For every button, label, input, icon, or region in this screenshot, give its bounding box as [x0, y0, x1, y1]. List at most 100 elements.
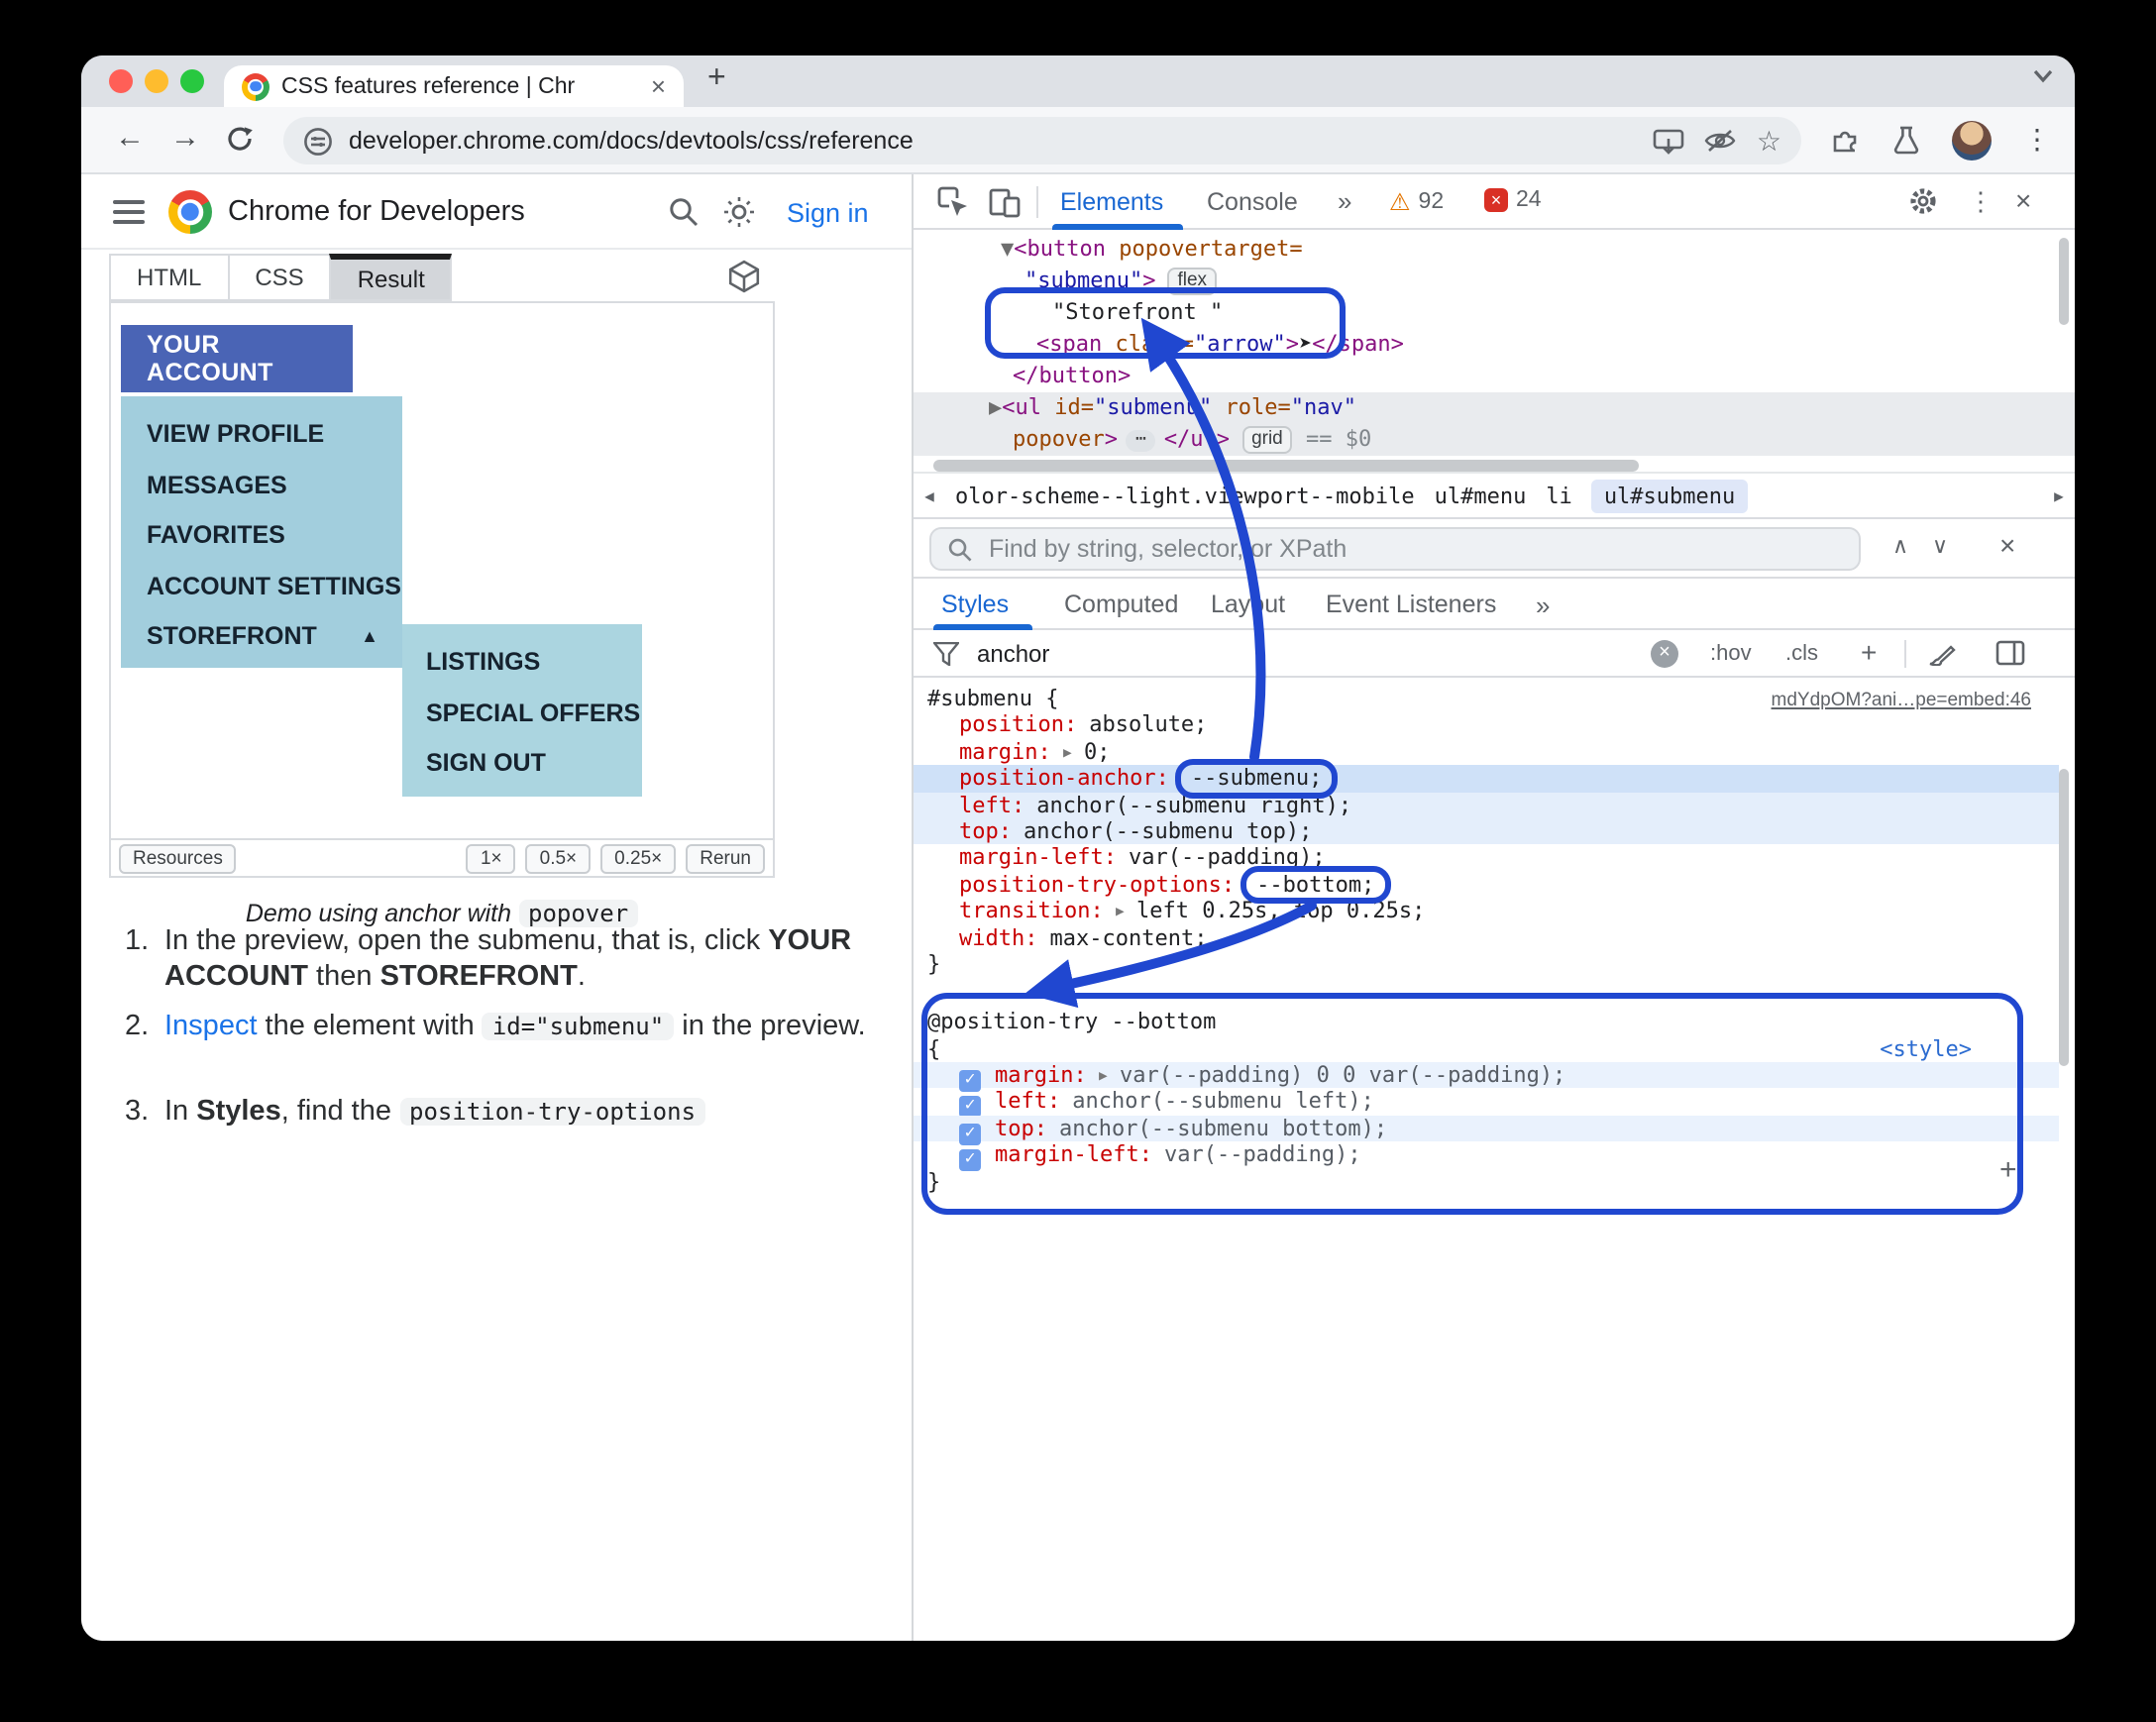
stylesheet-source-link[interactable]: mdYdpOM?ani…pe=embed:46	[1772, 688, 2031, 714]
css-property-width[interactable]: width: max-content;	[914, 924, 2059, 951]
css-property-position-try-options[interactable]: position-try-options: --bottom;	[914, 865, 2059, 905]
devtools-settings-gear-icon[interactable]	[1908, 186, 1938, 216]
menu-item-messages[interactable]: MESSAGES	[147, 461, 402, 511]
tab-event-listeners[interactable]: Event Listeners	[1326, 591, 1496, 618]
scale-1x-button[interactable]: 1×	[466, 843, 516, 873]
window-close-button[interactable]	[109, 69, 133, 93]
tab-computed[interactable]: Computed	[1064, 591, 1178, 618]
errors-counter[interactable]: × 24	[1484, 188, 1542, 212]
menu-item-favorites[interactable]: FAVORITES	[147, 511, 402, 562]
bookmark-star-icon[interactable]: ☆	[1757, 127, 1781, 155]
url-text[interactable]: developer.chrome.com/docs/devtools/css/r…	[349, 127, 1638, 155]
breadcrumb-item-ul-submenu[interactable]: ul#submenu	[1591, 479, 1748, 512]
address-bar[interactable]: developer.chrome.com/docs/devtools/css/r…	[283, 117, 1801, 164]
selected-dom-node[interactable]: ▶<ul id="submenu" role="nav" popover> ⋯ </…	[914, 392, 2075, 456]
resources-button[interactable]: Resources	[119, 843, 237, 873]
breadcrumb-item-li[interactable]: li	[1546, 483, 1572, 508]
rerun-button[interactable]: Rerun	[686, 843, 765, 873]
menu-item-special-offers[interactable]: SPECIAL OFFERS	[426, 689, 642, 739]
chrome-developers-logo[interactable]	[168, 190, 212, 234]
css-property-left[interactable]: left: anchor(--submenu right);	[914, 792, 2059, 818]
window-minimize-button[interactable]	[145, 69, 168, 93]
breadcrumb-item[interactable]: olor-scheme--light.viewport--mobile	[955, 483, 1415, 508]
tab-elements[interactable]: Elements	[1060, 188, 1163, 216]
find-close-icon[interactable]: ×	[1999, 529, 2015, 561]
menu-item-sign-out[interactable]: SIGN OUT	[426, 739, 642, 790]
forward-button[interactable]: →	[170, 121, 200, 155]
scale-05x-button[interactable]: 0.5×	[525, 843, 592, 873]
more-panels-icon[interactable]: »	[1338, 186, 1351, 216]
filter-clear-icon[interactable]: ×	[1651, 640, 1678, 668]
menu-item-account-settings[interactable]: ACCOUNT SETTINGS	[147, 562, 402, 612]
tab-search-icon[interactable]	[2033, 69, 2053, 83]
sign-in-link[interactable]: Sign in	[787, 198, 869, 228]
toggle-class-button[interactable]: .cls	[1785, 642, 1818, 666]
menu-item-view-profile[interactable]: VIEW PROFILE	[147, 410, 402, 461]
devtools-close-icon[interactable]: ×	[2015, 184, 2031, 216]
your-account-button[interactable]: YOUR ACCOUNT	[121, 325, 353, 392]
find-input[interactable]: Find by string, selector, or XPath	[929, 527, 1861, 571]
css-property-top[interactable]: top: anchor(--submenu top);	[914, 817, 2059, 845]
css-property-margin-left[interactable]: margin-left: var(--padding);	[914, 845, 2059, 872]
tab-result[interactable]: Result	[329, 254, 453, 301]
browser-menu-icon[interactable]: ⋮	[2023, 123, 2051, 157]
reload-button[interactable]	[226, 125, 254, 153]
install-cast-icon[interactable]	[1654, 128, 1685, 154]
breadcrumb-scroll-right-icon[interactable]: ▶	[2043, 486, 2075, 504]
labs-beaker-icon[interactable]	[1892, 125, 1920, 155]
find-next-icon[interactable]: ∨	[1932, 533, 1948, 559]
device-toolbar-icon[interactable]	[989, 186, 1021, 218]
collapsed-content-icon[interactable]: ⋯	[1125, 430, 1156, 452]
browser-tab[interactable]: CSS features reference | Chr ×	[224, 65, 684, 107]
site-title[interactable]: Chrome for Developers	[228, 196, 525, 228]
breadcrumb-item-ul-menu[interactable]: ul#menu	[1435, 483, 1527, 508]
new-tab-button[interactable]: +	[707, 61, 726, 97]
new-style-rule-button[interactable]: +	[1861, 636, 1877, 668]
expander-icon[interactable]: ▸	[1061, 739, 1074, 765]
site-settings-icon[interactable]	[303, 126, 333, 156]
menu-item-listings[interactable]: LISTINGS	[426, 638, 642, 689]
dom-node-button-open[interactable]: ▼<button popovertarget=	[914, 234, 2075, 266]
elements-scrollbar[interactable]	[2059, 238, 2069, 325]
tab-html[interactable]: HTML	[109, 254, 228, 301]
menu-item-storefront[interactable]: STOREFRONT ▲	[147, 612, 402, 663]
eye-off-icon[interactable]	[1705, 129, 1737, 153]
window-zoom-button[interactable]	[180, 69, 204, 93]
find-previous-icon[interactable]: ∧	[1892, 533, 1908, 559]
warnings-counter[interactable]: ⚠ 92	[1389, 188, 1444, 216]
css-rule-selector[interactable]: #submenu { mdYdpOM?ani…pe=embed:46	[914, 686, 2059, 712]
tab-console[interactable]: Console	[1207, 188, 1298, 216]
filter-input[interactable]: anchor	[977, 640, 1049, 668]
scale-025x-button[interactable]: 0.25×	[600, 843, 677, 873]
tab-close-icon[interactable]: ×	[651, 73, 666, 99]
dom-node-ul-open[interactable]: ▶<ul id="submenu" role="nav"	[914, 392, 2075, 424]
toggle-hover-button[interactable]: :hov	[1710, 642, 1752, 666]
selector-text[interactable]: #submenu	[927, 686, 1032, 711]
expander-icon[interactable]: ▸	[1114, 898, 1127, 923]
rendering-emulation-icon[interactable]	[1928, 640, 1956, 666]
extensions-puzzle-icon[interactable]	[1829, 125, 1861, 157]
horizontal-scrollbar[interactable]	[933, 460, 1639, 472]
styles-scrollbar[interactable]	[2059, 769, 2069, 1066]
profile-avatar[interactable]	[1952, 121, 1992, 161]
codepen-cube-icon[interactable]	[727, 260, 761, 293]
dom-node-ul-close[interactable]: popover> ⋯ </ul> grid == $0	[914, 424, 2075, 456]
search-icon[interactable]	[668, 196, 700, 228]
sidebar-layout-icon[interactable]	[1995, 640, 2025, 666]
css-property-position-anchor[interactable]: position-anchor: --submenu;	[914, 759, 2059, 799]
grid-badge[interactable]: grid	[1241, 426, 1293, 454]
theme-toggle-sun-icon[interactable]	[723, 196, 755, 228]
breadcrumb-scroll-left-icon[interactable]: ◀	[914, 486, 945, 504]
hamburger-menu-icon[interactable]	[113, 200, 145, 224]
css-property-position[interactable]: position: absolute;	[914, 712, 2059, 739]
tab-styles[interactable]: Styles	[941, 591, 1009, 618]
inspect-element-icon[interactable]	[937, 186, 969, 218]
devtools-menu-icon[interactable]: ⋮	[1968, 186, 1994, 218]
css-property-transition[interactable]: transition: ▸ left 0.25s, top 0.25s;	[914, 898, 2059, 924]
dom-node-button-close[interactable]: </button>	[914, 361, 2075, 392]
tab-css[interactable]: CSS	[227, 254, 330, 301]
more-tabs-icon[interactable]: »	[1536, 591, 1550, 620]
css-property-margin[interactable]: margin: ▸ 0;	[914, 739, 2059, 766]
back-button[interactable]: ←	[115, 121, 145, 155]
tab-layout[interactable]: Layout	[1211, 591, 1285, 618]
